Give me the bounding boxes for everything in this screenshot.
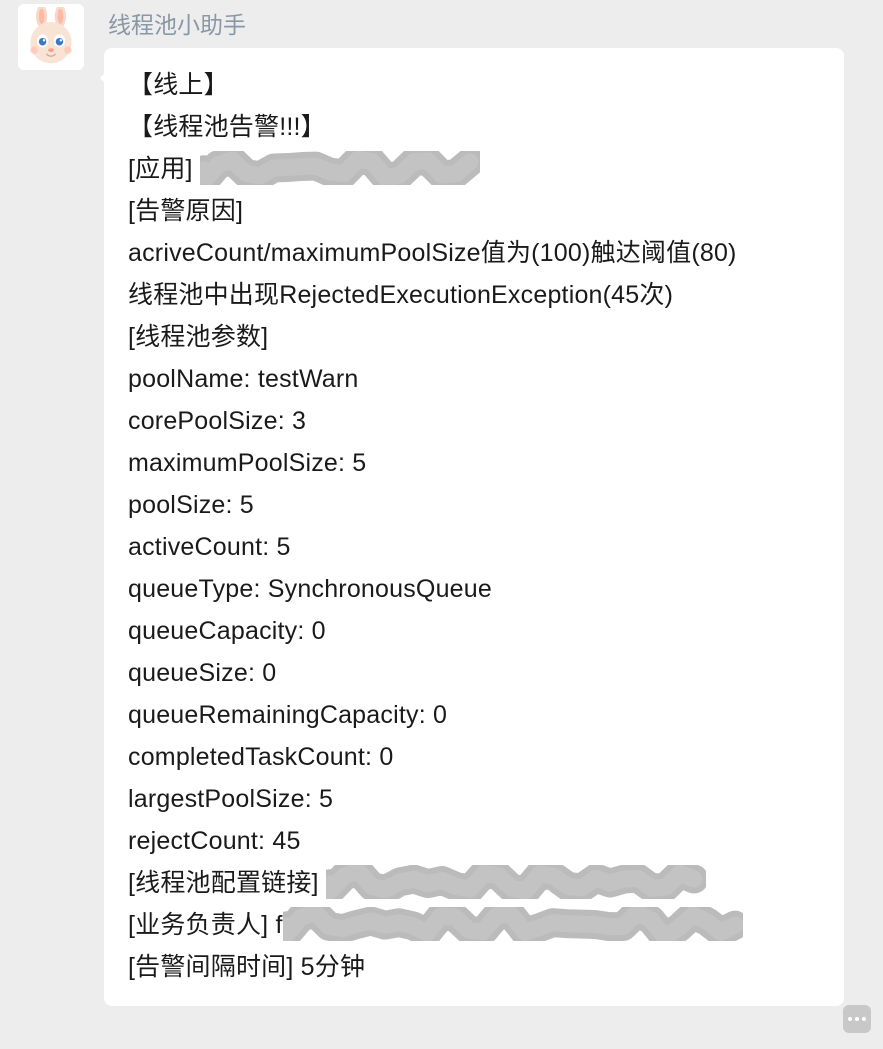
redacted-content bbox=[200, 151, 480, 185]
message-line: [告警间隔时间] 5分钟 bbox=[128, 946, 824, 988]
message-line: completedTaskCount: 0 bbox=[128, 736, 824, 778]
more-icon bbox=[848, 1017, 866, 1021]
message-line: 【线程池告警!!!】 bbox=[128, 106, 824, 148]
message-line: poolName: testWarn bbox=[128, 358, 824, 400]
redacted-content bbox=[283, 907, 743, 941]
message-line: [业务负责人] f bbox=[128, 904, 824, 946]
message-line: largestPoolSize: 5 bbox=[128, 778, 824, 820]
message-line: activeCount: 5 bbox=[128, 526, 824, 568]
message-line: maximumPoolSize: 5 bbox=[128, 442, 824, 484]
message-line: queueCapacity: 0 bbox=[128, 610, 824, 652]
message-line: rejectCount: 45 bbox=[128, 820, 824, 862]
rabbit-avatar-icon bbox=[21, 7, 81, 67]
message-line: 【线上】 bbox=[128, 64, 824, 106]
message-line: [线程池参数] bbox=[128, 316, 824, 358]
message-bubble[interactable]: 【线上】【线程池告警!!!】[应用] [告警原因]acriveCount/max… bbox=[104, 48, 844, 1006]
message-line: queueRemainingCapacity: 0 bbox=[128, 694, 824, 736]
message-line: queueType: SynchronousQueue bbox=[128, 568, 824, 610]
message-line: poolSize: 5 bbox=[128, 484, 824, 526]
message-line: [应用] bbox=[128, 148, 824, 190]
message-line: corePoolSize: 3 bbox=[128, 400, 824, 442]
chat-message: 线程池小助手 【线上】【线程池告警!!!】[应用] [告警原因]acriveCo… bbox=[0, 0, 883, 1006]
redacted-content bbox=[326, 865, 706, 899]
message-line: acriveCount/maximumPoolSize值为(100)触达阈值(8… bbox=[128, 232, 824, 274]
avatar[interactable] bbox=[18, 4, 84, 70]
message-line: [线程池配置链接] bbox=[128, 862, 824, 904]
more-button[interactable] bbox=[843, 1005, 871, 1033]
sender-name: 线程池小助手 bbox=[108, 6, 865, 40]
message-line: queueSize: 0 bbox=[128, 652, 824, 694]
message-line: [告警原因] bbox=[128, 190, 824, 232]
message-line: 线程池中出现RejectedExecutionException(45次) bbox=[128, 274, 824, 316]
message-body: 线程池小助手 【线上】【线程池告警!!!】[应用] [告警原因]acriveCo… bbox=[104, 4, 865, 1006]
